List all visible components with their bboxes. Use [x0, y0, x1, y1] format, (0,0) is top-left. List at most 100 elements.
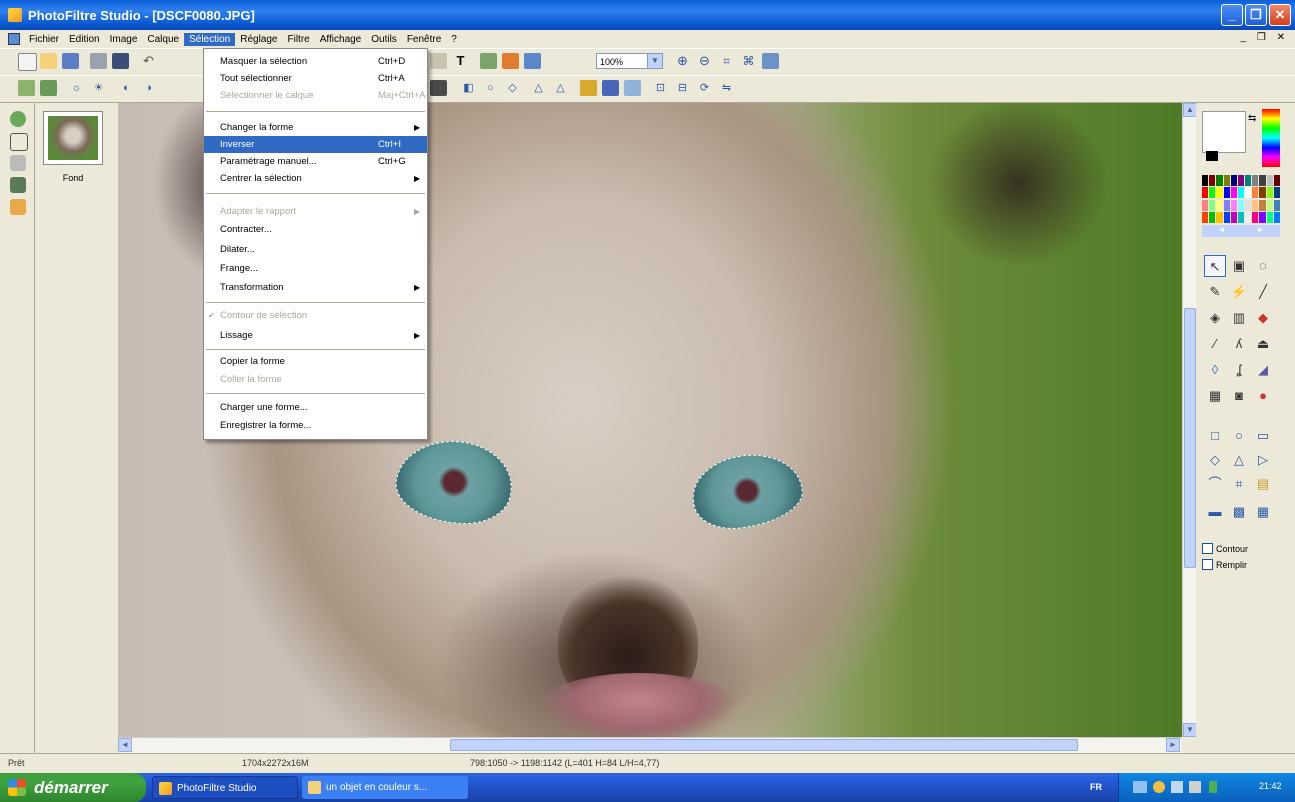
menu-item-parametrage-manuel[interactable]: Paramétrage manuel... Ctrl+G	[204, 153, 427, 170]
triangle-filter-2-icon[interactable]: △	[552, 80, 569, 96]
spray-icon[interactable]: ▥	[1228, 307, 1250, 329]
contrast-plus-icon[interactable]: ◐	[118, 80, 135, 96]
triangle-filter-icon[interactable]: △	[530, 80, 547, 96]
menu-outils[interactable]: Outils	[366, 33, 402, 46]
crop-icon[interactable]	[430, 53, 447, 69]
rotate-icon[interactable]: ⟳	[696, 80, 713, 96]
palette-next-icon[interactable]: ►	[1257, 225, 1265, 237]
explorer-icon[interactable]	[10, 111, 26, 127]
eraser-icon[interactable]: ◆	[1252, 307, 1274, 329]
foreground-color-swatch[interactable]	[1202, 111, 1246, 153]
mode-2-icon[interactable]: ▩	[1228, 501, 1250, 523]
layer-thumbnail[interactable]	[43, 111, 103, 165]
color-filter-icon[interactable]	[580, 80, 597, 96]
new-layer-icon[interactable]	[10, 133, 28, 151]
blur-icon[interactable]: ◧	[460, 80, 477, 96]
duplicate-layer-icon[interactable]	[10, 155, 26, 171]
texture-icon[interactable]	[624, 80, 641, 96]
sharpen-tool-icon[interactable]: ◢	[1252, 359, 1274, 381]
background-color-swatch[interactable]	[1206, 151, 1218, 161]
document-icon[interactable]	[8, 33, 20, 45]
menu-item-changer-forme[interactable]: Changer la forme ▶	[204, 119, 427, 136]
triangle-right-shape-icon[interactable]: ▷	[1252, 449, 1274, 471]
scroll-up-icon[interactable]: ▲	[1183, 103, 1197, 117]
right-eye-selection[interactable]	[686, 445, 808, 537]
contour-checkbox[interactable]: Contour	[1202, 543, 1248, 554]
menu-image[interactable]: Image	[105, 33, 143, 46]
menu-selection[interactable]: Sélection	[184, 32, 236, 46]
battery-icon[interactable]	[1209, 781, 1217, 793]
color-spectrum[interactable]	[1262, 109, 1280, 167]
save-icon[interactable]	[62, 53, 79, 69]
menu-item-charger-forme[interactable]: Charger une forme...	[204, 399, 427, 416]
load-shape-icon[interactable]: ▤	[1252, 473, 1274, 495]
vertical-scroll-thumb[interactable]	[1184, 308, 1196, 568]
menu-filtre[interactable]: Filtre	[283, 33, 315, 46]
fit-window-icon[interactable]: ⌘	[740, 53, 757, 69]
ellipse-shape-icon[interactable]: ○	[1228, 425, 1250, 447]
mode-1-icon[interactable]: ▬	[1204, 501, 1226, 523]
pipette-icon[interactable]: ✎	[1204, 281, 1226, 303]
open-folder-icon[interactable]	[40, 53, 57, 69]
layer-icon[interactable]	[480, 53, 497, 69]
color-palette[interactable]	[1202, 175, 1280, 223]
menu-item-contracter[interactable]: Contracter...	[204, 221, 427, 238]
triangle-shape-icon[interactable]: △	[1228, 449, 1250, 471]
remplir-checkbox-box[interactable]	[1202, 559, 1213, 570]
rectangle-shape-icon[interactable]: □	[1204, 425, 1226, 447]
auto-level-icon[interactable]	[18, 80, 35, 96]
auto-contrast-icon[interactable]	[40, 80, 57, 96]
contour-checkbox-box[interactable]	[1202, 543, 1213, 554]
undo-icon[interactable]: ↶	[140, 53, 157, 69]
horizontal-scrollbar[interactable]: ◄ ►	[118, 737, 1182, 753]
scroll-down-icon[interactable]: ▼	[1183, 723, 1197, 737]
menu-item-copier-forme[interactable]: Copier la forme	[204, 353, 427, 370]
text-tool-icon[interactable]: T	[452, 53, 469, 69]
menu-item-inverser[interactable]: Inverser Ctrl+I	[204, 136, 427, 153]
menu-item-tout-selectionner[interactable]: Tout sélectionner Ctrl+A	[204, 70, 427, 87]
menu-help[interactable]: ?	[446, 33, 462, 46]
taskbar-item-browser[interactable]: un objet en couleur s...	[302, 776, 468, 799]
blur-drop-icon[interactable]: ◊	[1204, 359, 1226, 381]
window-icon[interactable]	[524, 53, 541, 69]
brightness-minus-icon[interactable]: ☀	[90, 80, 107, 96]
scroll-right-icon[interactable]: ►	[1166, 738, 1180, 752]
clock[interactable]: 21:42	[1259, 781, 1282, 791]
left-eye-selection[interactable]	[392, 435, 516, 529]
magic-wand-icon[interactable]: ⚡	[1228, 281, 1250, 303]
zoom-out-icon[interactable]: ⊖	[696, 53, 713, 69]
flip-icon[interactable]: ⇋	[718, 80, 735, 96]
remplir-checkbox[interactable]: Remplir	[1202, 559, 1247, 570]
palette-navigation[interactable]: ◄ ►	[1202, 225, 1280, 237]
sharpen-icon[interactable]: ◇	[504, 80, 521, 96]
messenger-icon[interactable]	[1189, 781, 1201, 793]
mdi-window-controls[interactable]: _ ❐ ✕	[1241, 32, 1289, 43]
plugin-icon[interactable]	[502, 53, 519, 69]
menu-fenetre[interactable]: Fenêtre	[402, 33, 446, 46]
new-file-icon[interactable]	[18, 53, 37, 71]
lasso-icon[interactable]: ◌	[1252, 255, 1274, 277]
start-button[interactable]: démarrer	[0, 773, 146, 802]
taskbar-item-photofiltre[interactable]: PhotoFiltre Studio	[152, 776, 298, 799]
security-icon[interactable]	[1171, 781, 1183, 793]
menu-calque[interactable]: Calque	[142, 33, 184, 46]
menu-item-frange[interactable]: Frange...	[204, 260, 427, 277]
lasso-shape-icon[interactable]: ⌒	[1204, 473, 1226, 495]
smudge-icon[interactable]: ʆ	[1228, 359, 1250, 381]
swap-colors-icon[interactable]: ⇆	[1248, 113, 1256, 124]
minimize-button[interactable]: _	[1221, 4, 1243, 26]
scroll-left-icon[interactable]: ◄	[118, 738, 132, 752]
manual-select-icon[interactable]: ▣	[1228, 255, 1250, 277]
menu-edition[interactable]: Edition	[64, 33, 105, 46]
close-button[interactable]: ✕	[1269, 4, 1291, 26]
canvas-size-icon[interactable]: ⊟	[674, 80, 691, 96]
menu-item-masquer-selection[interactable]: Masquer la sélection Ctrl+D	[204, 53, 427, 70]
pattern-stamp-icon[interactable]: ▦	[1204, 385, 1226, 407]
menu-reglage[interactable]: Réglage	[235, 33, 282, 46]
palette-prev-icon[interactable]: ◄	[1218, 225, 1226, 237]
grayscale-icon[interactable]	[430, 80, 447, 96]
print-icon[interactable]	[90, 53, 107, 69]
menu-item-dilater[interactable]: Dilater...	[204, 241, 427, 258]
selection-arrow-icon[interactable]: ↖	[1204, 255, 1226, 277]
fullscreen-icon[interactable]	[762, 53, 779, 69]
